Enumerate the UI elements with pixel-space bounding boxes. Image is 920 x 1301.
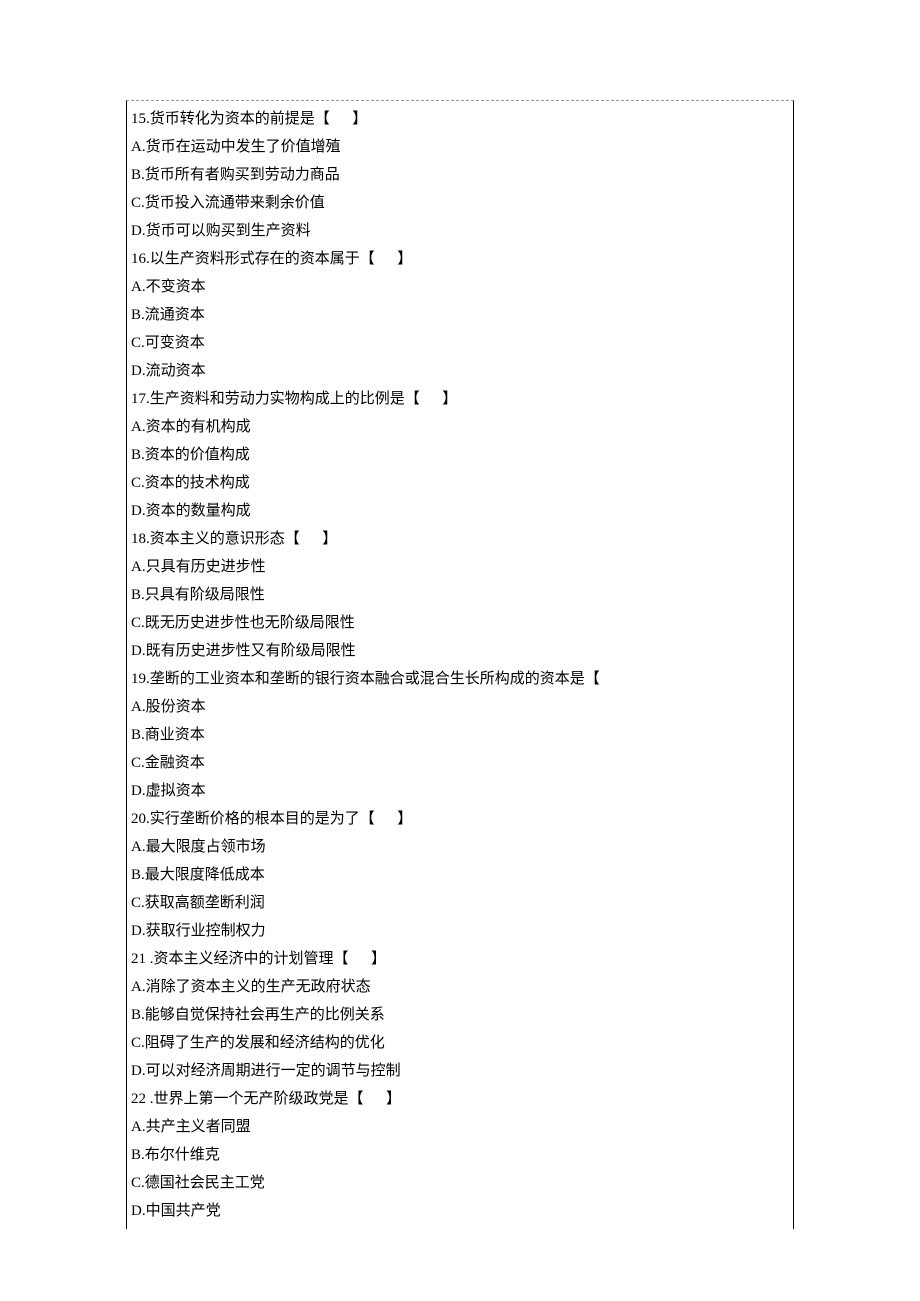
stem-suffix: 】 [352,111,367,127]
option: D.中国共产党 [131,1197,789,1225]
question-stem: 21 .资本主义经济中的计划管理【 】 [131,945,789,973]
option: A.共产主义者同盟 [131,1113,789,1141]
option: B.商业资本 [131,721,789,749]
question-stem: 15.货币转化为资本的前提是【 】 [131,105,789,133]
answer-blank [420,391,443,407]
answer-blank [375,251,398,267]
option: B.流通资本 [131,301,789,329]
stem-text: 17.生产资料和劳动力实物构成上的比例是【 [131,391,420,407]
option: D.虚拟资本 [131,777,789,805]
answer-blank [300,531,323,547]
option: D.流动资本 [131,357,789,385]
option: B.资本的价值构成 [131,441,789,469]
option: A.资本的有机构成 [131,413,789,441]
option: A.不变资本 [131,273,789,301]
question-stem: 19.垄断的工业资本和垄断的银行资本融合或混合生长所构成的资本是【 [131,665,789,693]
question-stem: 18.资本主义的意识形态【 】 [131,525,789,553]
option: B.能够自觉保持社会再生产的比例关系 [131,1001,789,1029]
stem-text: 15.货币转化为资本的前提是【 [131,111,330,127]
option: C.资本的技术构成 [131,469,789,497]
stem-suffix: 】 [371,951,386,967]
option: C.既无历史进步性也无阶级局限性 [131,609,789,637]
option: A.股份资本 [131,693,789,721]
question-stem: 17.生产资料和劳动力实物构成上的比例是【 】 [131,385,789,413]
question-stem: 16.以生产资料形式存在的资本属于【 】 [131,245,789,273]
stem-text: 21 .资本主义经济中的计划管理【 [131,951,349,967]
option: C.阻碍了生产的发展和经济结构的优化 [131,1029,789,1057]
stem-suffix: 】 [397,251,412,267]
stem-text: 20.实行垄断价格的根本目的是为了【 [131,811,375,827]
stem-text: 18.资本主义的意识形态【 [131,531,300,547]
option: B.最大限度降低成本 [131,861,789,889]
stem-suffix: 】 [442,391,457,407]
answer-blank [364,1091,387,1107]
option: D.货币可以购买到生产资料 [131,217,789,245]
option: D.可以对经济周期进行一定的调节与控制 [131,1057,789,1085]
option: D.获取行业控制权力 [131,917,789,945]
option: D.资本的数量构成 [131,497,789,525]
answer-blank [375,811,398,827]
stem-text: 16.以生产资料形式存在的资本属于【 [131,251,375,267]
option: B.只具有阶级局限性 [131,581,789,609]
option: B.货币所有者购买到劳动力商品 [131,161,789,189]
option: C.货币投入流通带来剩余价值 [131,189,789,217]
stem-suffix: 】 [322,531,337,547]
option: C.获取高额垄断利润 [131,889,789,917]
question-stem: 22 .世界上第一个无产阶级政党是【 】 [131,1085,789,1113]
option: A.消除了资本主义的生产无政府状态 [131,973,789,1001]
stem-suffix: 】 [386,1091,401,1107]
option: B.布尔什维克 [131,1141,789,1169]
question-stem: 20.实行垄断价格的根本目的是为了【 】 [131,805,789,833]
option: D.既有历史进步性又有阶级局限性 [131,637,789,665]
stem-suffix: 】 [397,811,412,827]
option: C.可变资本 [131,329,789,357]
option: C.金融资本 [131,749,789,777]
answer-blank [330,111,353,127]
option: A.最大限度占领市场 [131,833,789,861]
stem-text: 22 .世界上第一个无产阶级政党是【 [131,1091,364,1107]
option: C.德国社会民主工党 [131,1169,789,1197]
answer-blank [349,951,372,967]
document-page: 15.货币转化为资本的前提是【 】 A.货币在运动中发生了价值增殖 B.货币所有… [126,100,794,1229]
stem-text: 19.垄断的工业资本和垄断的银行资本融合或混合生长所构成的资本是【 [131,671,600,687]
option: A.只具有历史进步性 [131,553,789,581]
option: A.货币在运动中发生了价值增殖 [131,133,789,161]
